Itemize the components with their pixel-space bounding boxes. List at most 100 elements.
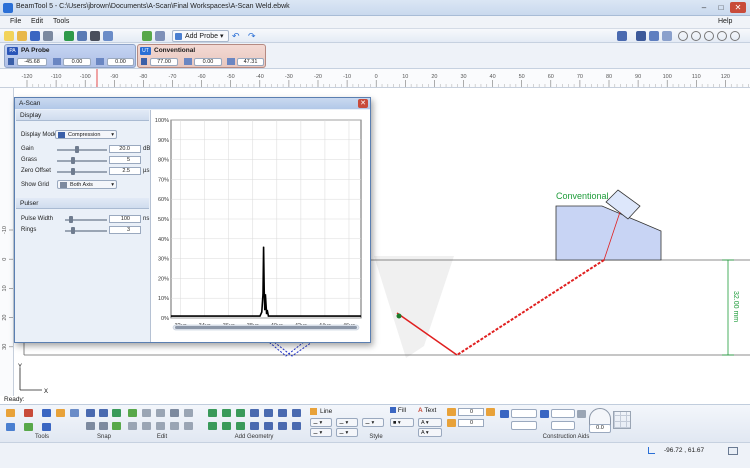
snap-angle-icon[interactable] xyxy=(99,409,108,417)
snap-grid-icon[interactable] xyxy=(112,409,121,417)
save-icon[interactable] xyxy=(30,31,40,41)
spline-geometry-icon[interactable] xyxy=(278,422,287,430)
aid-field-1[interactable] xyxy=(511,409,537,418)
menu-file[interactable]: File xyxy=(10,18,21,25)
edit-mirror-icon[interactable] xyxy=(156,409,165,417)
probe-angle-field[interactable]: 0.00 xyxy=(107,58,134,66)
edit-scale-icon[interactable] xyxy=(142,422,151,430)
maximize-button[interactable]: □ xyxy=(713,2,729,13)
undo-icon[interactable]: ↶ xyxy=(232,31,242,41)
view-icon[interactable] xyxy=(103,31,113,41)
fill-button[interactable]: Fill xyxy=(390,407,406,414)
wedge[interactable] xyxy=(555,205,662,261)
pulse-width-spinbox[interactable]: 100 xyxy=(109,215,141,223)
pulser-section-header[interactable]: Pulser xyxy=(16,198,149,209)
pan-icon[interactable] xyxy=(678,31,688,41)
line-style-button[interactable]: Line xyxy=(310,407,386,416)
ascan-dialog[interactable]: A-Scan ✕ Display Display Mode Compressio… xyxy=(14,97,371,343)
grass-slider-thumb[interactable] xyxy=(70,157,75,164)
probe-skew-field[interactable]: 0.00 xyxy=(194,58,222,66)
print-icon[interactable] xyxy=(43,31,53,41)
circle-geometry-icon[interactable] xyxy=(208,422,217,430)
order-icon[interactable] xyxy=(447,419,456,427)
line-type-dropdown[interactable]: ⚊ ▾ xyxy=(310,418,332,427)
edit-cut-icon[interactable] xyxy=(170,409,179,417)
grid-aid-icon[interactable] xyxy=(613,411,631,429)
line-geometry-icon[interactable] xyxy=(208,409,217,417)
edit-copy-icon[interactable] xyxy=(142,409,151,417)
layer-value-1[interactable]: 0 xyxy=(458,408,484,416)
edit-rotate-icon[interactable] xyxy=(128,422,137,430)
new-icon[interactable] xyxy=(4,31,14,41)
zero-offset-slider[interactable] xyxy=(57,171,107,173)
zoom-fit-icon[interactable] xyxy=(730,31,740,41)
ascan-close-button[interactable]: ✕ xyxy=(358,99,368,108)
aid-field-3[interactable] xyxy=(511,421,537,430)
measure-tool-icon[interactable] xyxy=(24,423,33,431)
minimize-button[interactable]: – xyxy=(696,2,712,13)
polyline-geometry-icon[interactable] xyxy=(222,409,231,417)
arc-geometry-icon[interactable] xyxy=(236,409,245,417)
probe-index-field[interactable]: 77.00 xyxy=(150,58,178,66)
ascan-title-bar[interactable]: A-Scan ✕ xyxy=(15,98,370,109)
probe-card-pa[interactable]: PA Probe PA -45.68 0.00 0.00 xyxy=(4,44,136,68)
view-3d-icon[interactable] xyxy=(649,31,659,41)
paint-tool-icon[interactable] xyxy=(6,423,15,431)
layout-icon[interactable] xyxy=(617,31,627,41)
zoom-in-icon[interactable] xyxy=(691,31,701,41)
rect-geometry-icon[interactable] xyxy=(222,422,231,430)
snap-point-icon[interactable] xyxy=(86,422,95,430)
text-button[interactable]: A Text xyxy=(418,407,436,414)
zero-offset-slider-thumb[interactable] xyxy=(70,168,75,175)
line-color-dropdown[interactable]: ⚊ ▾ xyxy=(362,418,384,427)
fit-view-icon[interactable] xyxy=(728,447,738,455)
pencil-icon[interactable] xyxy=(486,408,495,416)
bevel-geometry-icon[interactable] xyxy=(264,409,273,417)
settings-icon[interactable] xyxy=(155,31,165,41)
layer-value-2[interactable]: 0 xyxy=(458,419,484,427)
select-tool-icon[interactable] xyxy=(6,409,15,417)
zoom-out-icon[interactable] xyxy=(704,31,714,41)
curve-geometry-icon[interactable] xyxy=(278,409,287,417)
ascan-plot-area[interactable]: 0%10%20%30%40%50%60%70%80%90%100%32µs34µ… xyxy=(150,110,370,342)
scan-icon[interactable] xyxy=(142,31,152,41)
screenshot-icon[interactable] xyxy=(77,31,87,41)
menu-edit[interactable]: Edit xyxy=(31,18,43,25)
region-tool-icon[interactable] xyxy=(42,423,51,431)
zoom-window-icon[interactable] xyxy=(717,31,727,41)
probe-index-field[interactable]: -45.68 xyxy=(17,58,47,66)
grass-slider[interactable] xyxy=(57,160,107,162)
report-icon[interactable] xyxy=(90,31,100,41)
vertical-aid-icon[interactable] xyxy=(540,410,549,418)
snap-end-icon[interactable] xyxy=(112,422,121,430)
menu-help[interactable]: Help xyxy=(718,18,732,25)
pulse-width-slider-thumb[interactable] xyxy=(68,216,73,223)
gain-spinbox[interactable]: 20.0 xyxy=(109,145,141,153)
angle-value-field[interactable]: 0.0 xyxy=(589,424,611,433)
close-button[interactable]: ✕ xyxy=(730,2,746,13)
text-size-dropdown[interactable]: A ▾ xyxy=(418,418,442,427)
zero-offset-spinbox[interactable]: 2.5 xyxy=(109,167,141,175)
redo-icon[interactable]: ↷ xyxy=(248,31,258,41)
rings-slider-thumb[interactable] xyxy=(70,227,75,234)
menu-tools[interactable]: Tools xyxy=(53,18,69,25)
rings-spinbox[interactable]: 3 xyxy=(109,226,141,234)
probe-angle-field[interactable]: 47.31 xyxy=(237,58,264,66)
aid-arrow-icon[interactable] xyxy=(577,410,586,418)
aid-field-4[interactable] xyxy=(551,421,575,430)
line-weight-dropdown[interactable]: ⚊ ▾ xyxy=(336,418,358,427)
probe-skew-field[interactable]: 0.00 xyxy=(63,58,91,66)
ascan-scrollbar-thumb[interactable] xyxy=(175,326,357,329)
select-rect-icon[interactable] xyxy=(42,409,51,417)
view-2d-icon[interactable] xyxy=(636,31,646,41)
display-mode-dropdown[interactable]: Compression ▾ xyxy=(55,130,117,139)
gain-slider[interactable] xyxy=(57,149,107,151)
ellipse-geometry-icon[interactable] xyxy=(250,422,259,430)
gain-slider-thumb[interactable] xyxy=(75,146,80,153)
point-geometry-icon[interactable] xyxy=(236,422,245,430)
edit-delete-icon[interactable] xyxy=(184,422,193,430)
dimension-geometry-icon[interactable] xyxy=(292,409,301,417)
snap-line-icon[interactable] xyxy=(86,409,95,417)
fill-color-dropdown[interactable]: ■ ▾ xyxy=(390,418,414,427)
hatch-geometry-icon[interactable] xyxy=(292,422,301,430)
